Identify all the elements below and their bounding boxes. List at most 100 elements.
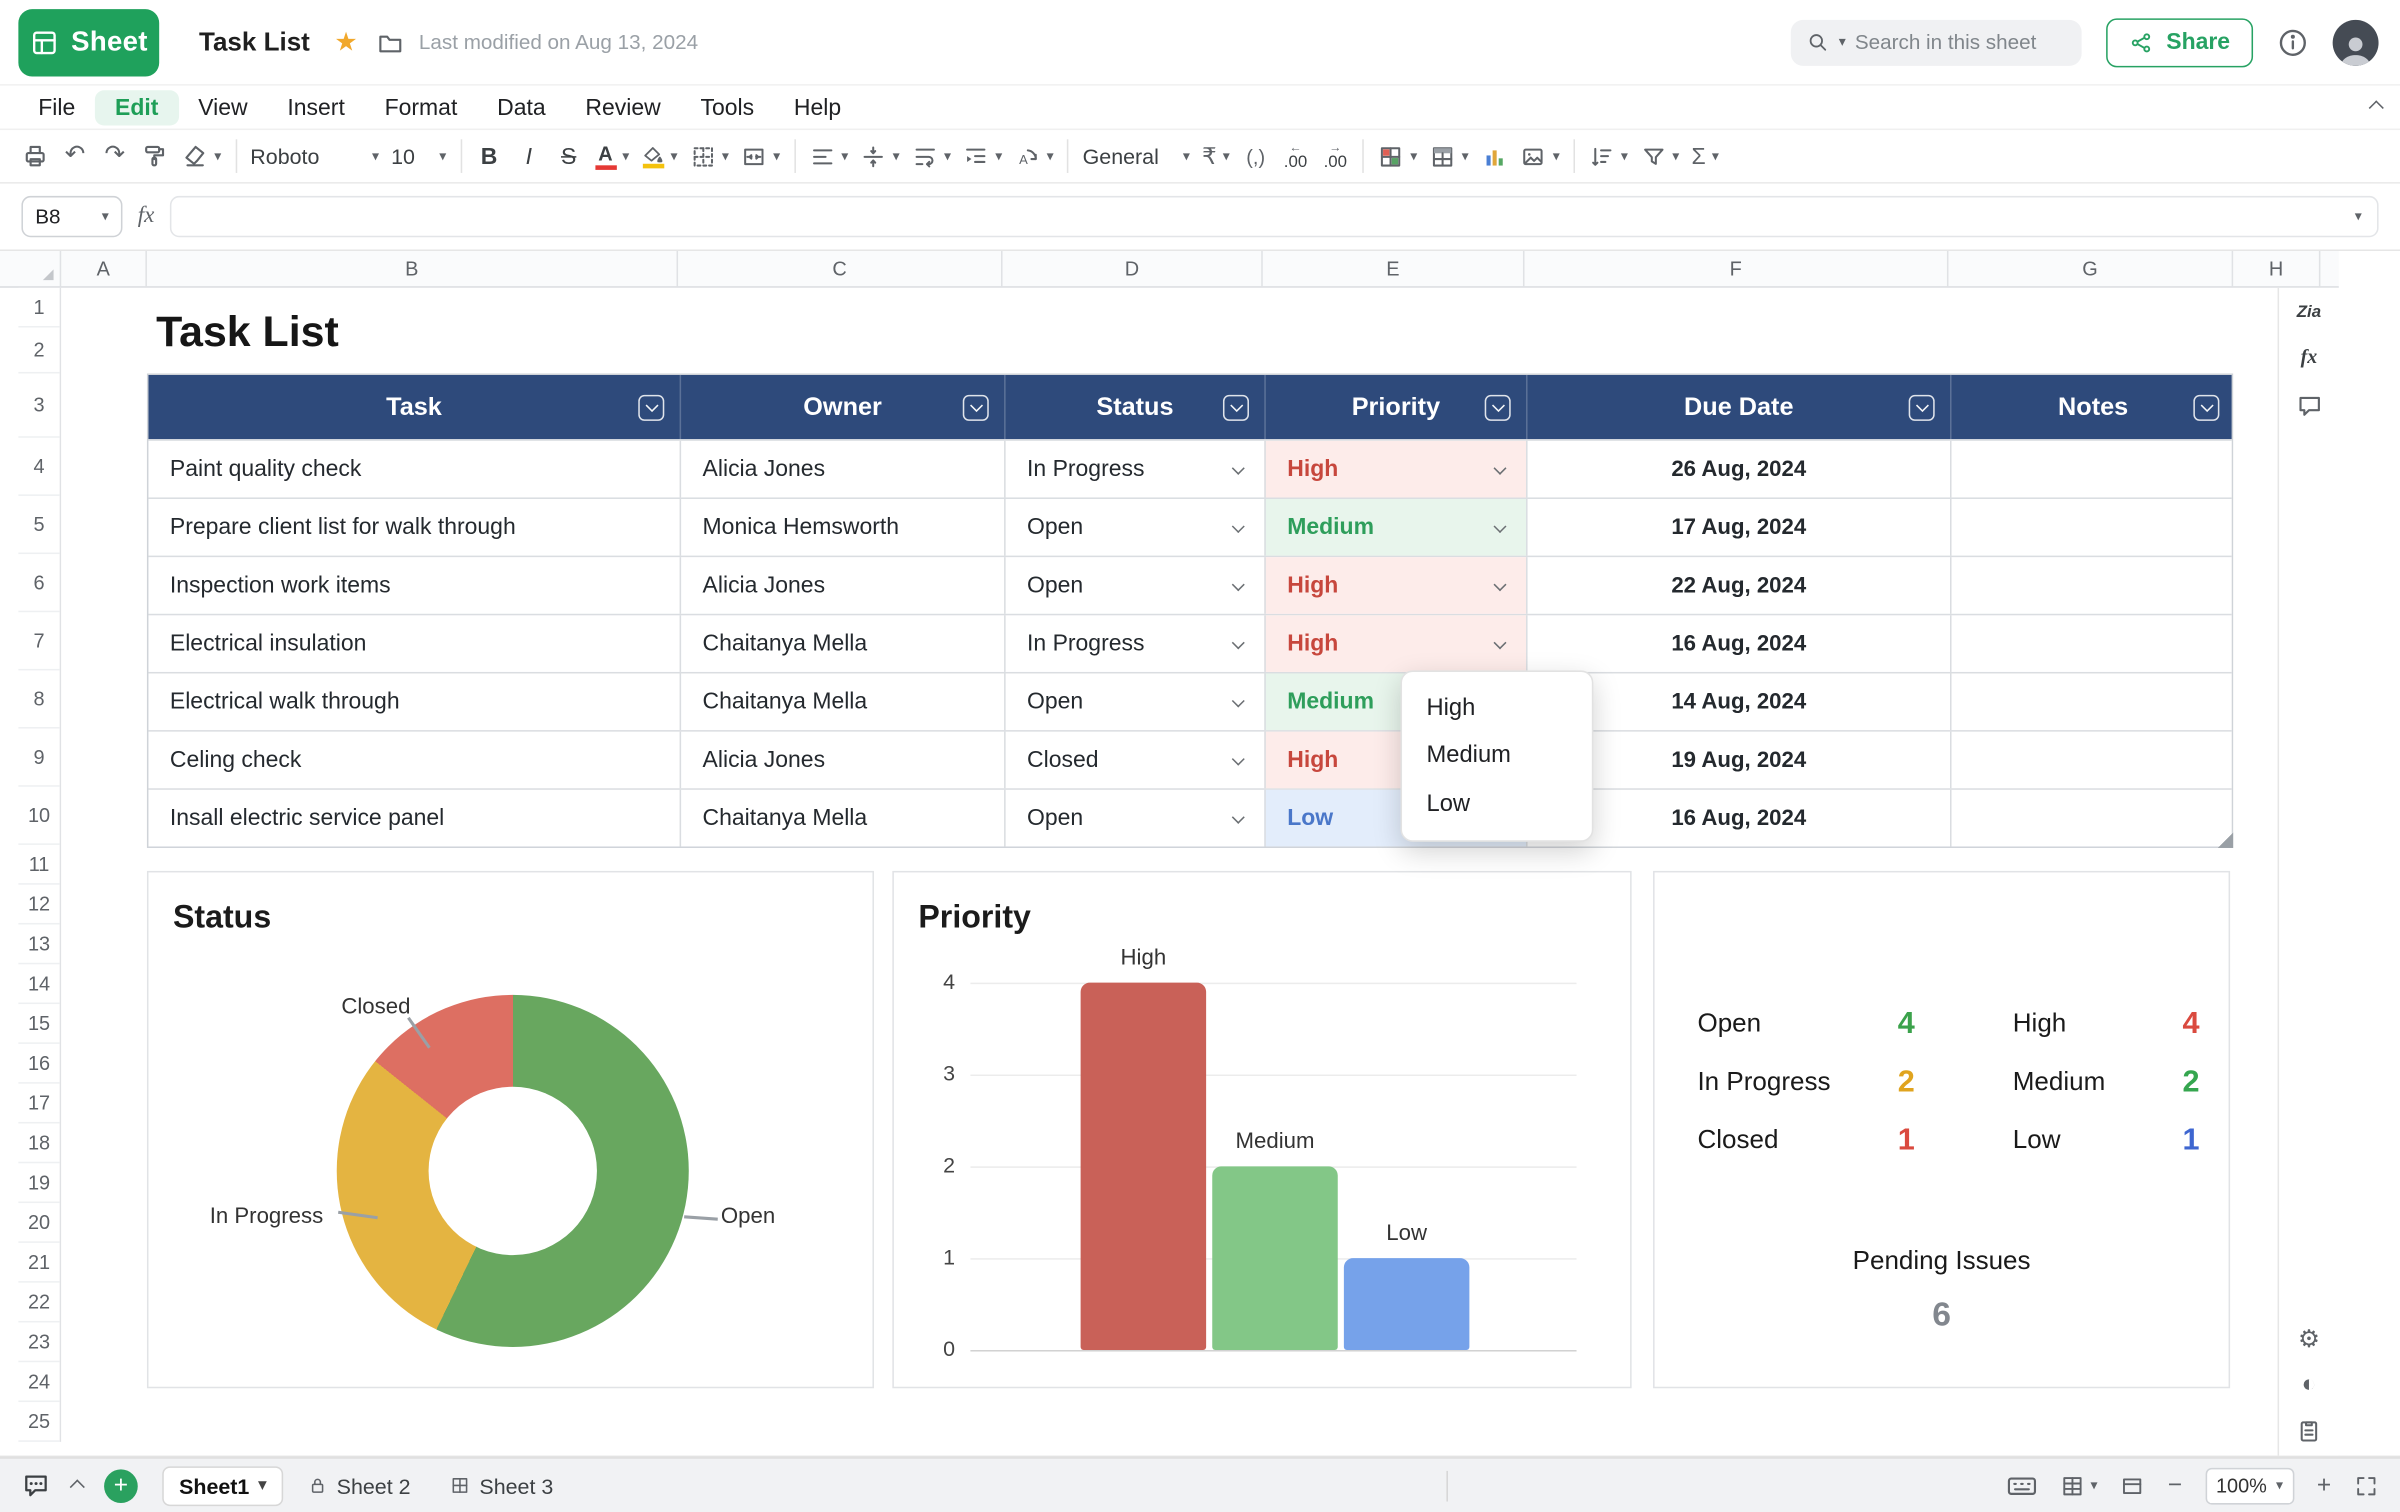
row-header-10[interactable]: 10: [18, 787, 59, 845]
column-filter-button[interactable]: [1909, 394, 1935, 420]
priority-cell[interactable]: Medium: [1264, 499, 1526, 556]
chevron-down-icon[interactable]: [1232, 519, 1245, 532]
column-filter-button[interactable]: [963, 394, 989, 420]
status-cell[interactable]: Closed: [1004, 732, 1264, 789]
sheet-list-icon[interactable]: [72, 1472, 83, 1500]
due-date-cell[interactable]: 17 Aug, 2024: [1526, 499, 1950, 556]
column-filter-button[interactable]: [638, 394, 664, 420]
task-cell[interactable]: Inspection work items: [148, 557, 679, 614]
row-header-21[interactable]: 21: [18, 1243, 59, 1283]
menu-edit[interactable]: Edit: [95, 90, 178, 125]
user-avatar[interactable]: [2333, 19, 2379, 65]
notes-cell[interactable]: [1950, 557, 2235, 614]
sort-button[interactable]: ▾: [1583, 135, 1634, 178]
insert-table-button[interactable]: ▾: [1423, 135, 1474, 178]
task-cell[interactable]: Electrical walk through: [148, 673, 679, 730]
dropdown-option-medium[interactable]: Medium: [1402, 732, 1592, 780]
grid-view-toggle[interactable]: ▾: [2060, 1473, 2098, 1497]
insert-image-button[interactable]: ▾: [1514, 135, 1565, 178]
bold-button[interactable]: B: [469, 135, 509, 178]
notes-cell[interactable]: [1950, 615, 2235, 672]
add-sheet-button[interactable]: +: [104, 1469, 138, 1503]
status-cell[interactable]: Open: [1004, 790, 1264, 847]
row-header-2[interactable]: 2: [18, 328, 59, 374]
italic-button[interactable]: I: [509, 135, 549, 178]
task-cell[interactable]: Electrical insulation: [148, 615, 679, 672]
owner-cell[interactable]: Alicia Jones: [680, 732, 1004, 789]
task-cell[interactable]: Paint quality check: [148, 441, 679, 498]
paint-format-button[interactable]: [135, 135, 175, 178]
sheet-tab-sheet2[interactable]: Sheet 2: [292, 1466, 426, 1506]
expand-formula-bar-icon[interactable]: ▾: [2355, 210, 2362, 224]
chevron-down-icon[interactable]: [1232, 752, 1245, 765]
summary-panel[interactable]: Open4In Progress2Closed1 High4Medium2Low…: [1653, 871, 2230, 1388]
document-title[interactable]: Task List: [199, 27, 310, 58]
sum-function-button[interactable]: Σ▾: [1685, 135, 1725, 178]
owner-cell[interactable]: Chaitanya Mella: [680, 615, 1004, 672]
row-header-15[interactable]: 15: [18, 1004, 59, 1044]
zia-assistant-icon[interactable]: Zia: [2297, 303, 2321, 321]
status-cell[interactable]: In Progress: [1004, 441, 1264, 498]
settings-gear-icon[interactable]: ⚙: [2298, 1329, 2320, 1353]
chevron-down-icon[interactable]: [1232, 461, 1245, 474]
row-header-25[interactable]: 25: [18, 1402, 59, 1442]
row-header-16[interactable]: 16: [18, 1044, 59, 1084]
status-chart-panel[interactable]: Status Closed In Progress Open: [147, 871, 874, 1388]
row-header-5[interactable]: 5: [18, 496, 59, 554]
row-header-6[interactable]: 6: [18, 554, 59, 612]
comments-panel-icon[interactable]: [2295, 392, 2323, 420]
status-cell[interactable]: In Progress: [1004, 615, 1264, 672]
status-cell[interactable]: Open: [1004, 673, 1264, 730]
redo-button[interactable]: ↷: [95, 135, 135, 178]
priority-cell[interactable]: High: [1264, 441, 1526, 498]
select-all-corner[interactable]: [18, 251, 61, 286]
discuss-icon[interactable]: [21, 1471, 50, 1500]
chevron-down-icon[interactable]: [1232, 577, 1245, 590]
comma-format-button[interactable]: (,): [1236, 135, 1276, 178]
filter-button[interactable]: ▾: [1634, 135, 1685, 178]
row-header-4[interactable]: 4: [18, 438, 59, 496]
zoom-out-button[interactable]: −: [2168, 1473, 2182, 1497]
notes-cell[interactable]: [1950, 441, 2235, 498]
priority-chart-panel[interactable]: Priority 43210HighMediumLow: [892, 871, 1631, 1388]
formula-input[interactable]: [186, 205, 2354, 228]
chevron-down-icon[interactable]: [1494, 519, 1507, 532]
owner-cell[interactable]: Alicia Jones: [680, 557, 1004, 614]
due-date-cell[interactable]: 22 Aug, 2024: [1526, 557, 1950, 614]
merge-cells-button[interactable]: ▾: [735, 135, 786, 178]
strikethrough-button[interactable]: S: [549, 135, 589, 178]
dropdown-option-low[interactable]: Low: [1402, 780, 1592, 828]
fullscreen-icon[interactable]: [2354, 1473, 2378, 1497]
column-header-G[interactable]: G: [1948, 251, 2233, 286]
owner-cell[interactable]: Chaitanya Mella: [680, 790, 1004, 847]
column-header-D[interactable]: D: [1003, 251, 1263, 286]
search-input[interactable]: [1855, 31, 2039, 54]
theme-contrast-icon[interactable]: ◐: [2302, 1373, 2317, 1397]
menu-data[interactable]: Data: [477, 90, 565, 125]
row-header-13[interactable]: 13: [18, 924, 59, 964]
tab-menu-icon[interactable]: ▾: [259, 1477, 267, 1494]
column-header-F[interactable]: F: [1524, 251, 1948, 286]
chevron-down-icon[interactable]: [1232, 810, 1245, 823]
menu-review[interactable]: Review: [566, 90, 681, 125]
due-date-cell[interactable]: 26 Aug, 2024: [1526, 441, 1950, 498]
collapse-toolbar-button[interactable]: [2371, 93, 2382, 121]
print-button[interactable]: [15, 135, 55, 178]
menu-format[interactable]: Format: [365, 90, 478, 125]
folder-icon[interactable]: [376, 28, 404, 56]
cell-name-box[interactable]: B8▾: [21, 196, 122, 237]
column-filter-button[interactable]: [1485, 394, 1511, 420]
text-wrap-button[interactable]: ▾: [906, 135, 957, 178]
row-header-22[interactable]: 22: [18, 1283, 59, 1323]
menu-insert[interactable]: Insert: [267, 90, 364, 125]
sheet-search[interactable]: ▾: [1791, 19, 2082, 65]
eraser-button[interactable]: ▾: [174, 135, 227, 178]
notes-cell[interactable]: [1950, 499, 2235, 556]
dropdown-option-high[interactable]: High: [1402, 684, 1592, 732]
font-family-select[interactable]: Roboto▾: [244, 135, 385, 178]
fill-color-button[interactable]: ▾: [635, 135, 683, 178]
row-header-1[interactable]: 1: [18, 288, 59, 328]
share-button[interactable]: Share: [2107, 18, 2253, 67]
chevron-down-icon[interactable]: [1494, 636, 1507, 649]
column-header-E[interactable]: E: [1263, 251, 1525, 286]
